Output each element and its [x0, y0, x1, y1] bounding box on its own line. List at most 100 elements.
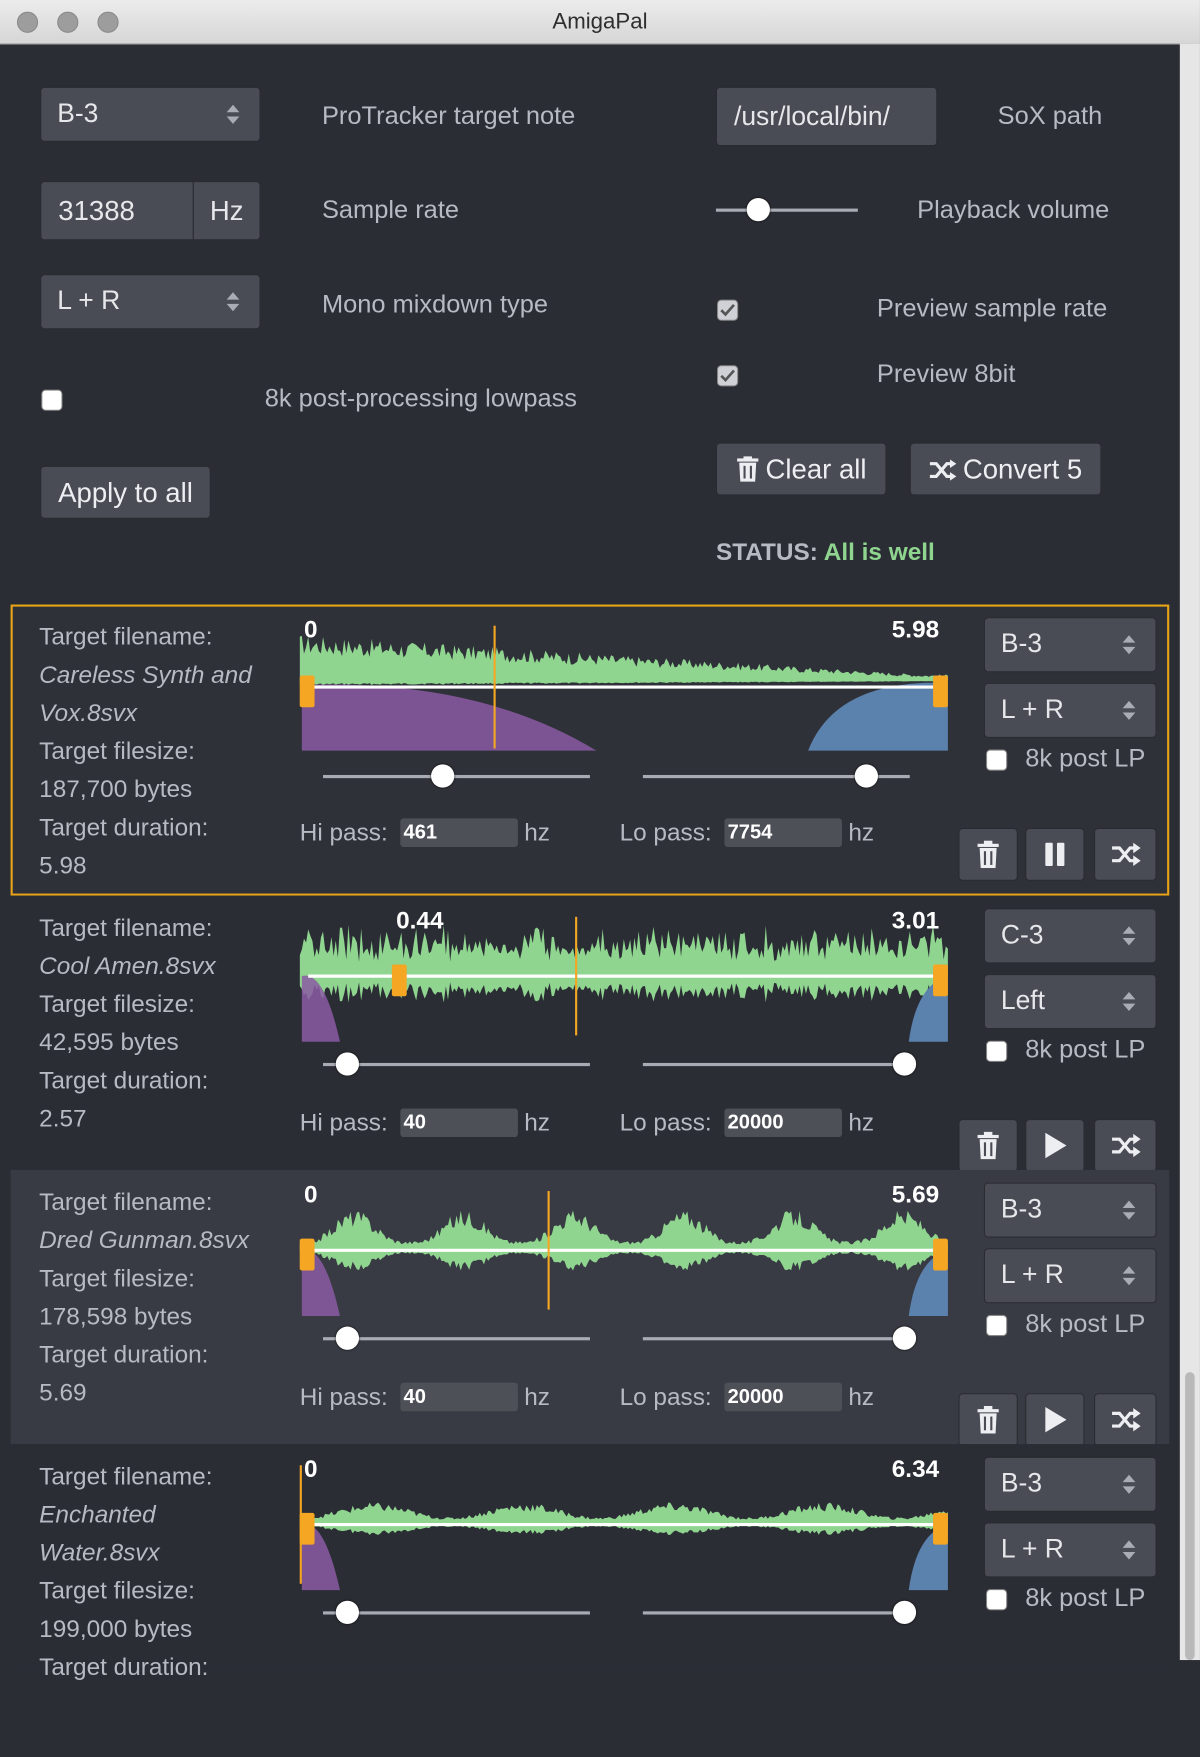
sample-mix-select[interactable]: L + R	[983, 1522, 1157, 1578]
sample-info: Target filename: Cool Amen.8svx Target fil…	[39, 908, 293, 1137]
waveform[interactable]	[299, 626, 950, 753]
post-lp-checkbox[interactable]	[986, 1040, 1008, 1062]
clear-all-button[interactable]: Clear all	[715, 442, 887, 496]
sample-rate-input[interactable]: 31388	[40, 181, 194, 241]
status-value: All is well	[823, 537, 935, 566]
hipass-knob[interactable]	[431, 764, 455, 788]
hipass-slider[interactable]	[323, 1325, 590, 1350]
updown-arrows-icon	[1122, 926, 1136, 946]
sox-path-label: SoX path	[997, 101, 1103, 131]
lopass-knob[interactable]	[892, 1326, 917, 1350]
sample-mix-select[interactable]: Left	[983, 974, 1157, 1030]
hipass-knob[interactable]	[335, 1600, 360, 1625]
hipass-slider[interactable]	[323, 1051, 590, 1076]
end-handle[interactable]	[933, 1238, 948, 1271]
lopass-unit: hz	[848, 1382, 875, 1411]
start-time: 0	[303, 615, 318, 643]
sample-note-select[interactable]: B-3	[983, 1182, 1157, 1238]
start-handle[interactable]	[391, 964, 407, 997]
sample-card[interactable]: Target filename: Cool Amen.8svx Target fil…	[10, 895, 1170, 1172]
sample-mix-select[interactable]: L + R	[983, 1248, 1157, 1304]
sample-card[interactable]: Target filename: Careless Synth and Vox.8s…	[10, 604, 1170, 896]
hipass-input[interactable]: 40	[400, 1108, 518, 1138]
hipass-input[interactable]: 40	[400, 1382, 518, 1412]
updown-arrows-icon	[1122, 1474, 1136, 1494]
hipass-slider[interactable]	[323, 1600, 590, 1625]
mixdown-select[interactable]: L + R	[40, 274, 261, 330]
pause-button[interactable]	[1025, 827, 1085, 881]
lopass-knob[interactable]	[892, 1600, 917, 1625]
convert-button[interactable]: Convert 5	[909, 442, 1102, 496]
play-button[interactable]	[1025, 1119, 1085, 1172]
lopass-slider[interactable]	[642, 1600, 917, 1625]
trash-icon	[977, 1405, 999, 1434]
sox-path-input[interactable]: /usr/local/bin/	[715, 86, 938, 147]
convert-label: Convert 5	[962, 453, 1083, 485]
sample-mix-value: Left	[1000, 985, 1046, 1016]
delete-sample-button[interactable]	[958, 1119, 1018, 1172]
volume-knob[interactable]	[746, 197, 770, 222]
waveform-graphic	[299, 635, 948, 751]
filename-line: Dred Gunman.8svx	[39, 1225, 250, 1254]
filesize-value: 199,000 bytes	[39, 1614, 193, 1643]
post-lp-checkbox[interactable]	[986, 749, 1008, 771]
start-handle[interactable]	[299, 1238, 315, 1271]
hipass-knob[interactable]	[335, 1052, 360, 1076]
lopass-input[interactable]: 7754	[724, 818, 842, 847]
lopass-label: Lo pass:	[619, 818, 712, 846]
post-lp-checkbox[interactable]	[986, 1314, 1008, 1337]
lopass-input[interactable]: 20000	[724, 1382, 842, 1412]
end-handle[interactable]	[933, 675, 948, 708]
updown-arrows-icon	[1122, 1540, 1136, 1560]
delete-sample-button[interactable]	[958, 1393, 1018, 1447]
hipass-unit: hz	[524, 1382, 550, 1411]
lopass-knob[interactable]	[892, 1052, 917, 1076]
end-handle[interactable]	[933, 1512, 948, 1545]
filename-line: Careless Synth and	[39, 660, 252, 689]
sample-mix-select[interactable]: L + R	[983, 682, 1157, 738]
sample-card[interactable]: Target filename: Dred Gunman.8svx Target f…	[10, 1169, 1170, 1447]
convert-sample-button[interactable]	[1094, 1119, 1157, 1172]
shuffle-icon	[930, 459, 957, 481]
delete-sample-button[interactable]	[958, 827, 1018, 881]
convert-sample-button[interactable]	[1094, 827, 1157, 881]
sample-note-select[interactable]: B-3	[983, 1456, 1157, 1512]
lopass-slider[interactable]	[642, 1325, 917, 1350]
post-lp-checkbox[interactable]	[986, 1589, 1008, 1611]
hipass-slider[interactable]	[323, 763, 590, 788]
lopass-region	[808, 682, 948, 751]
lopass-knob[interactable]	[854, 764, 878, 788]
playback-volume-slider[interactable]	[715, 196, 858, 224]
sample-info: Target filename: Dred Gunman.8svx Target f…	[39, 1183, 293, 1412]
apply-to-all-button[interactable]: Apply to all	[40, 465, 211, 519]
duration-value: 5.69	[39, 1378, 87, 1406]
target-note-select[interactable]: B-3	[40, 86, 261, 142]
sample-card[interactable]: Target filename: Enchanted Water.8svx Targe…	[10, 1444, 1170, 1680]
sample-note-select[interactable]: C-3	[983, 908, 1157, 964]
convert-sample-button[interactable]	[1094, 1393, 1157, 1447]
sample-mix-value: L + R	[1000, 694, 1064, 725]
end-time: 5.98	[891, 615, 940, 643]
checkmark-icon	[720, 369, 735, 383]
play-button[interactable]	[1025, 1393, 1085, 1447]
lopass-slider[interactable]	[642, 1051, 917, 1076]
preview-sample-rate-checkbox[interactable]	[717, 299, 739, 321]
lowpass-checkbox[interactable]	[41, 389, 63, 411]
sample-note-select[interactable]: B-3	[983, 617, 1157, 673]
hipass-input[interactable]: 461	[400, 818, 518, 847]
preview-8bit-checkbox[interactable]	[717, 365, 739, 387]
end-handle[interactable]	[933, 964, 948, 997]
target-duration-label: Target duration:	[39, 1066, 209, 1094]
play-icon	[1045, 1407, 1067, 1433]
waveform[interactable]	[299, 1191, 950, 1318]
start-handle[interactable]	[299, 675, 315, 708]
lopass-slider[interactable]	[642, 763, 910, 788]
pause-icon	[1045, 842, 1065, 867]
hipass-unit: hz	[524, 1108, 550, 1136]
hipass-knob[interactable]	[335, 1326, 360, 1350]
hipass-unit: hz	[524, 818, 550, 846]
scrollbar-thumb[interactable]	[1185, 1372, 1195, 1661]
lopass-input[interactable]: 20000	[724, 1108, 842, 1138]
start-handle[interactable]	[299, 1512, 315, 1545]
waveform[interactable]	[299, 1465, 950, 1592]
